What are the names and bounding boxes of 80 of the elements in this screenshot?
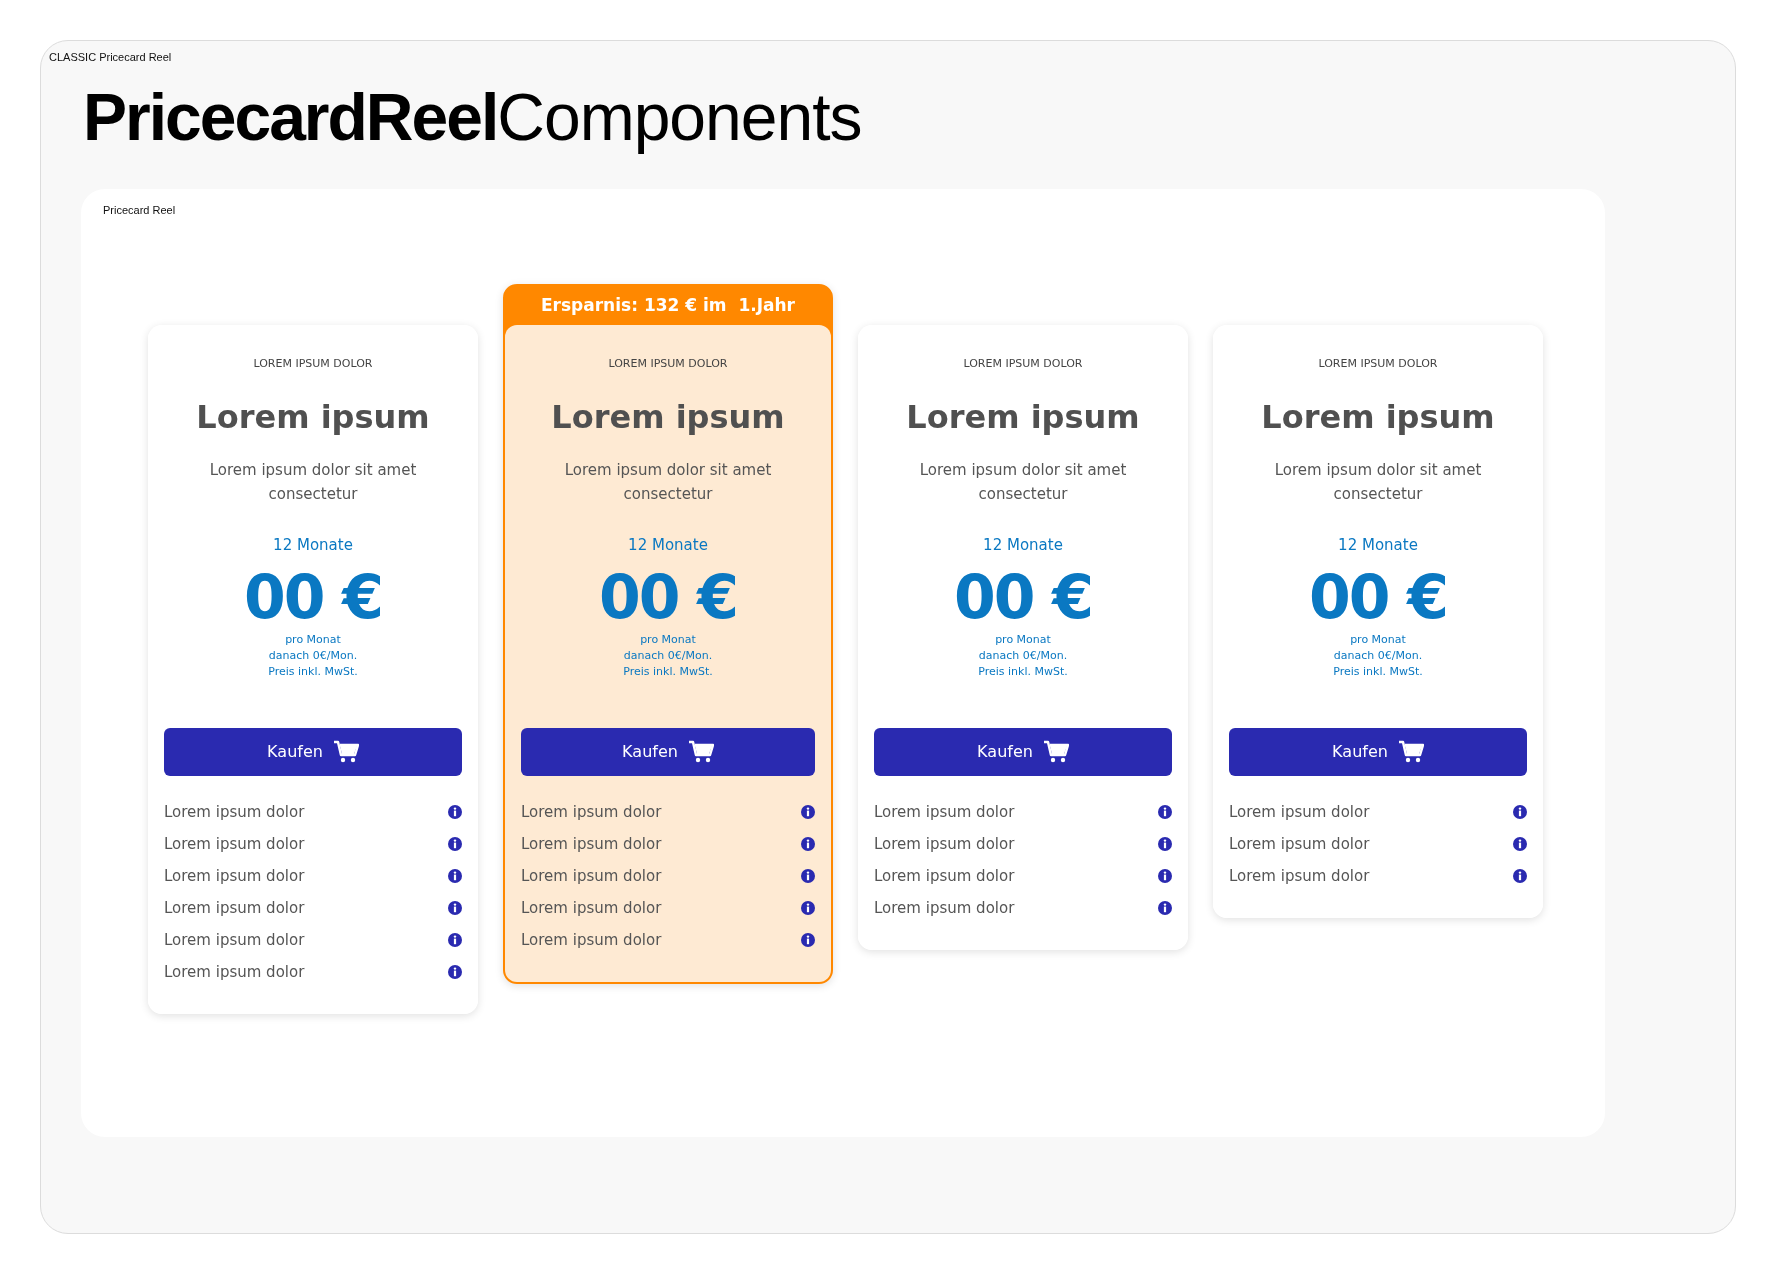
price-note: pro Monat <box>640 631 696 648</box>
feature-text: Lorem ipsum dolor <box>164 930 305 949</box>
feature-text: Lorem ipsum dolor <box>874 866 1015 885</box>
card-heading: Lorem ipsum <box>551 397 785 436</box>
info-icon[interactable] <box>448 868 462 883</box>
price-note: Preis inkl. MwSt. <box>1333 663 1423 680</box>
cart-icon <box>332 739 359 764</box>
duration-label: 12 Monate <box>628 535 708 554</box>
price-note: danach 0€/Mon. <box>623 647 713 664</box>
feature-text: Lorem ipsum dolor <box>164 866 305 885</box>
frame-label: CLASSIC Pricecard Reel <box>49 51 172 63</box>
page-title: PricecardReelComponents <box>83 81 862 154</box>
info-icon[interactable] <box>801 900 815 915</box>
card-heading: Lorem ipsum <box>196 397 430 436</box>
card-description: Lorem ipsum dolor sit amet consectetur <box>208 459 418 505</box>
price-note: pro Monat <box>995 631 1051 648</box>
info-icon[interactable] <box>1158 804 1172 819</box>
cart-icon <box>1397 739 1424 764</box>
info-icon[interactable] <box>448 804 462 819</box>
feature-text: Lorem ipsum dolor <box>521 866 662 885</box>
info-icon[interactable] <box>801 868 815 883</box>
duration-label: 12 Monate <box>1338 535 1418 554</box>
price: 00 € <box>598 563 738 630</box>
info-icon[interactable] <box>1513 868 1527 883</box>
savings-text: Ersparnis: 132 € im 1.Jahr <box>540 294 796 318</box>
duration-label: 12 Monate <box>273 535 353 554</box>
card-description: Lorem ipsum dolor sit amet consectetur <box>563 459 773 505</box>
price-note: Preis inkl. MwSt. <box>268 663 358 680</box>
cart-icon <box>687 739 714 764</box>
feature-text: Lorem ipsum dolor <box>1229 834 1370 853</box>
feature-text: Lorem ipsum dolor <box>521 834 662 853</box>
price-note: Preis inkl. MwSt. <box>978 663 1068 680</box>
info-icon[interactable] <box>1158 900 1172 915</box>
feature-text: Lorem ipsum dolor <box>521 930 662 949</box>
feature-text: Lorem ipsum dolor <box>874 898 1015 917</box>
card-description: Lorem ipsum dolor sit amet consectetur <box>1273 459 1483 505</box>
cart-icon <box>1042 739 1069 764</box>
card-eyebrow: LOREM IPSUM DOLOR <box>1318 356 1438 370</box>
info-icon[interactable] <box>1158 868 1172 883</box>
feature-text: Lorem ipsum dolor <box>1229 802 1370 821</box>
price-note: danach 0€/Mon. <box>978 647 1068 664</box>
price: 00 € <box>1308 563 1448 630</box>
price-note: danach 0€/Mon. <box>1333 647 1423 664</box>
info-icon[interactable] <box>448 836 462 851</box>
buy-button[interactable]: Kaufen <box>164 727 462 776</box>
info-icon[interactable] <box>448 900 462 915</box>
panel-label: Pricecard Reel <box>103 203 176 216</box>
buy-button[interactable]: Kaufen <box>874 727 1172 776</box>
feature-text: Lorem ipsum dolor <box>164 802 305 821</box>
price: 00 € <box>953 563 1093 630</box>
price-note: danach 0€/Mon. <box>268 647 358 664</box>
card-heading: Lorem ipsum <box>906 397 1140 436</box>
card-eyebrow: LOREM IPSUM DOLOR <box>963 356 1083 370</box>
info-icon[interactable] <box>801 932 815 947</box>
duration-label: 12 Monate <box>983 535 1063 554</box>
feature-text: Lorem ipsum dolor <box>874 834 1015 853</box>
feature-text: Lorem ipsum dolor <box>874 802 1015 821</box>
info-icon[interactable] <box>801 804 815 819</box>
price-note: pro Monat <box>285 631 341 648</box>
info-icon[interactable] <box>801 836 815 851</box>
price-note: pro Monat <box>1350 631 1406 648</box>
card-heading: Lorem ipsum <box>1261 397 1495 436</box>
buy-button[interactable]: Kaufen <box>1229 727 1527 776</box>
info-icon[interactable] <box>1158 836 1172 851</box>
card-description: Lorem ipsum dolor sit amet consectetur <box>918 459 1128 505</box>
buy-button[interactable]: Kaufen <box>521 727 815 776</box>
price: 00 € <box>243 563 383 630</box>
card-eyebrow: LOREM IPSUM DOLOR <box>253 356 373 370</box>
info-icon[interactable] <box>1513 836 1527 851</box>
feature-text: Lorem ipsum dolor <box>164 834 305 853</box>
card-eyebrow: LOREM IPSUM DOLOR <box>608 356 728 370</box>
feature-text: Lorem ipsum dolor <box>521 898 662 917</box>
feature-text: Lorem ipsum dolor <box>164 898 305 917</box>
feature-text: Lorem ipsum dolor <box>521 802 662 821</box>
feature-text: Lorem ipsum dolor <box>164 962 305 981</box>
feature-text: Lorem ipsum dolor <box>1229 866 1370 885</box>
info-icon[interactable] <box>1513 804 1527 819</box>
price-note: Preis inkl. MwSt. <box>623 663 713 680</box>
info-icon[interactable] <box>448 932 462 947</box>
info-icon[interactable] <box>448 964 462 979</box>
